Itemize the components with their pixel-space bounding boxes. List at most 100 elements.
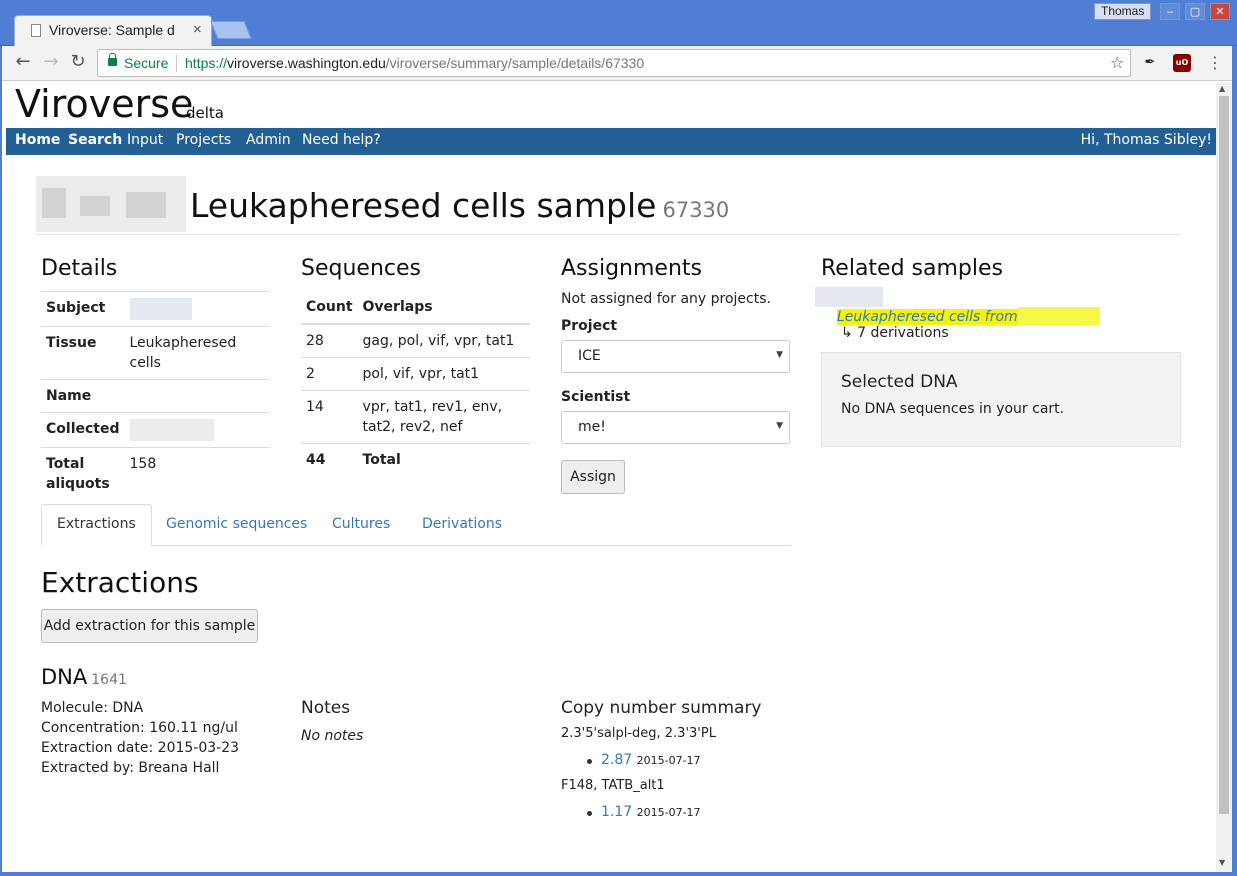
close-tab-icon[interactable]: × bbox=[193, 21, 202, 38]
related-heading: Related samples bbox=[821, 256, 1003, 281]
url-text[interactable]: https://viroverse.washington.edu/virover… bbox=[185, 55, 644, 71]
redacted-value bbox=[1017, 307, 1100, 325]
divider bbox=[176, 55, 177, 72]
project-select[interactable]: ICE ▼ bbox=[561, 340, 790, 373]
page-scrollbar[interactable]: ▲ ▼ bbox=[1216, 82, 1232, 872]
column-header: Count bbox=[306, 299, 353, 315]
scroll-up-icon[interactable]: ▲ bbox=[1219, 84, 1225, 93]
overlaps-cell: gag, pol, vif, vpr, tat1 bbox=[357, 323, 530, 358]
profile-button[interactable]: Thomas bbox=[1094, 3, 1152, 20]
selected-dna-panel: Selected DNA No DNA sequences in your ca… bbox=[821, 352, 1181, 447]
count-cell: 28 bbox=[301, 323, 358, 358]
table-row: Name bbox=[41, 379, 270, 413]
nav-input[interactable]: Input bbox=[127, 132, 163, 148]
ublock-extension-icon[interactable]: uO bbox=[1173, 54, 1191, 72]
details-value: Leukapheresed cells bbox=[124, 326, 270, 380]
minimize-button[interactable]: ‒ bbox=[1160, 3, 1180, 20]
tab-extractions[interactable]: Extractions bbox=[41, 504, 152, 546]
details-value-subject bbox=[124, 291, 270, 327]
address-bar[interactable]: Secure https://viroverse.washington.edu/… bbox=[97, 49, 1131, 77]
copy-number-heading: Copy number summary bbox=[561, 698, 762, 718]
browser-tab[interactable]: Viroverse: Sample d × bbox=[14, 15, 212, 46]
dna-heading: DNA 1641 bbox=[41, 665, 127, 689]
table-header-row: Count Overlaps bbox=[301, 291, 530, 324]
details-label: Name bbox=[41, 379, 125, 413]
user-greeting[interactable]: Hi, Thomas Sibley! bbox=[1081, 132, 1212, 148]
details-label: Collected bbox=[41, 412, 125, 448]
chevron-down-icon: ▼ bbox=[776, 350, 783, 360]
notes-value: No notes bbox=[301, 728, 364, 744]
nav-projects[interactable]: Projects bbox=[176, 132, 231, 148]
molecule-field: Molecule: DNA bbox=[41, 700, 144, 716]
url-path: /viroverse/summary/sample/details/67330 bbox=[385, 55, 645, 71]
nav-admin[interactable]: Admin bbox=[246, 132, 291, 148]
url-scheme: https:// bbox=[185, 55, 228, 71]
browser-menu-icon[interactable]: ⋮ bbox=[1207, 53, 1223, 72]
total-label: Total bbox=[357, 443, 530, 476]
app-brand[interactable]: Viroverse bbox=[15, 82, 193, 126]
table-row: Subject bbox=[41, 291, 270, 327]
pin-extension-icon[interactable]: ✒ bbox=[1141, 54, 1159, 72]
add-extraction-button[interactable]: Add extraction for this sample bbox=[41, 609, 258, 643]
window-frame bbox=[1232, 46, 1237, 876]
copy-number-date: 2015-07-17 bbox=[636, 754, 701, 767]
count-cell: 2 bbox=[301, 357, 358, 391]
assignments-heading: Assignments bbox=[561, 256, 702, 281]
page-icon bbox=[31, 24, 41, 37]
window-frame bbox=[0, 872, 1237, 876]
details-label: Subject bbox=[41, 291, 125, 327]
concentration-field: Concentration: 160.11 ng/ul bbox=[41, 720, 238, 736]
scientist-label: Scientist bbox=[561, 389, 631, 405]
extracted-by-field: Extracted by: Breana Hall bbox=[41, 760, 220, 776]
tab-cultures[interactable]: Cultures bbox=[332, 516, 390, 532]
related-sample-link[interactable]: Leukapheresed cells from bbox=[837, 307, 1100, 325]
scientist-value: me! bbox=[578, 419, 606, 435]
back-arrow-icon[interactable]: ← bbox=[12, 51, 34, 73]
bookmark-star-icon[interactable]: ☆ bbox=[1110, 53, 1124, 72]
table-total-row: 44 Total bbox=[301, 443, 530, 476]
maximize-button[interactable]: ▢ bbox=[1185, 3, 1205, 20]
scientist-select[interactable]: me! ▼ bbox=[561, 411, 790, 444]
extractions-heading: Extractions bbox=[41, 566, 199, 599]
details-heading: Details bbox=[41, 256, 118, 281]
nav-help[interactable]: Need help? bbox=[302, 132, 381, 148]
scrollbar-thumb[interactable] bbox=[1219, 96, 1229, 814]
nav-search[interactable]: Search bbox=[68, 132, 122, 148]
table-row: Collected bbox=[41, 412, 270, 448]
table-row: 2 pol, vif, vpr, tat1 bbox=[301, 357, 530, 391]
notes-heading: Notes bbox=[301, 698, 351, 718]
primer-pair: 2.3'5'salpl-deg, 2.3'3'PL bbox=[561, 726, 716, 741]
copy-number-entry: 2.87 2015-07-17 bbox=[601, 752, 701, 768]
copy-number-link[interactable]: 2.87 bbox=[601, 752, 632, 768]
details-value bbox=[124, 379, 270, 413]
nav-home[interactable]: Home bbox=[15, 132, 60, 148]
copy-number-link[interactable]: 1.17 bbox=[601, 804, 632, 820]
copy-number-date: 2015-07-17 bbox=[636, 806, 701, 819]
reload-icon[interactable]: ↻ bbox=[67, 51, 89, 73]
browser-toolbar: ← → ↻ Secure https://viroverse.washingto… bbox=[0, 46, 1237, 81]
chevron-down-icon: ▼ bbox=[776, 421, 783, 431]
bullet-icon bbox=[587, 811, 592, 816]
column-header: Overlaps bbox=[362, 299, 433, 315]
scroll-down-icon[interactable]: ▼ bbox=[1219, 858, 1225, 867]
tab-genomic-sequences[interactable]: Genomic sequences bbox=[166, 516, 307, 532]
total-count: 44 bbox=[301, 443, 358, 476]
count-cell: 14 bbox=[301, 390, 358, 444]
lock-icon bbox=[108, 53, 117, 66]
selected-dna-heading: Selected DNA bbox=[841, 372, 958, 392]
related-link-text[interactable]: Leukapheresed cells from bbox=[837, 309, 1018, 325]
details-label: Total aliquots bbox=[41, 447, 125, 500]
details-label: Tissue bbox=[41, 326, 125, 380]
close-window-button[interactable]: ✕ bbox=[1210, 3, 1230, 20]
tab-derivations[interactable]: Derivations bbox=[422, 516, 502, 532]
assign-button[interactable]: Assign bbox=[561, 460, 625, 494]
new-tab-button[interactable] bbox=[210, 21, 252, 39]
forward-arrow-icon[interactable]: → bbox=[40, 51, 62, 73]
table-row: 14 vpr, tat1, rev1, env, tat2, rev2, nef bbox=[301, 390, 530, 444]
assignment-status: Not assigned for any projects. bbox=[561, 291, 771, 307]
redacted-value bbox=[129, 298, 192, 320]
url-host: viroverse.washington.edu bbox=[227, 55, 386, 71]
page-title: Leukapheresed cells sample 67330 bbox=[190, 186, 729, 225]
redacted-subject bbox=[815, 287, 883, 307]
overlaps-cell: vpr, tat1, rev1, env, tat2, rev2, nef bbox=[357, 390, 530, 444]
